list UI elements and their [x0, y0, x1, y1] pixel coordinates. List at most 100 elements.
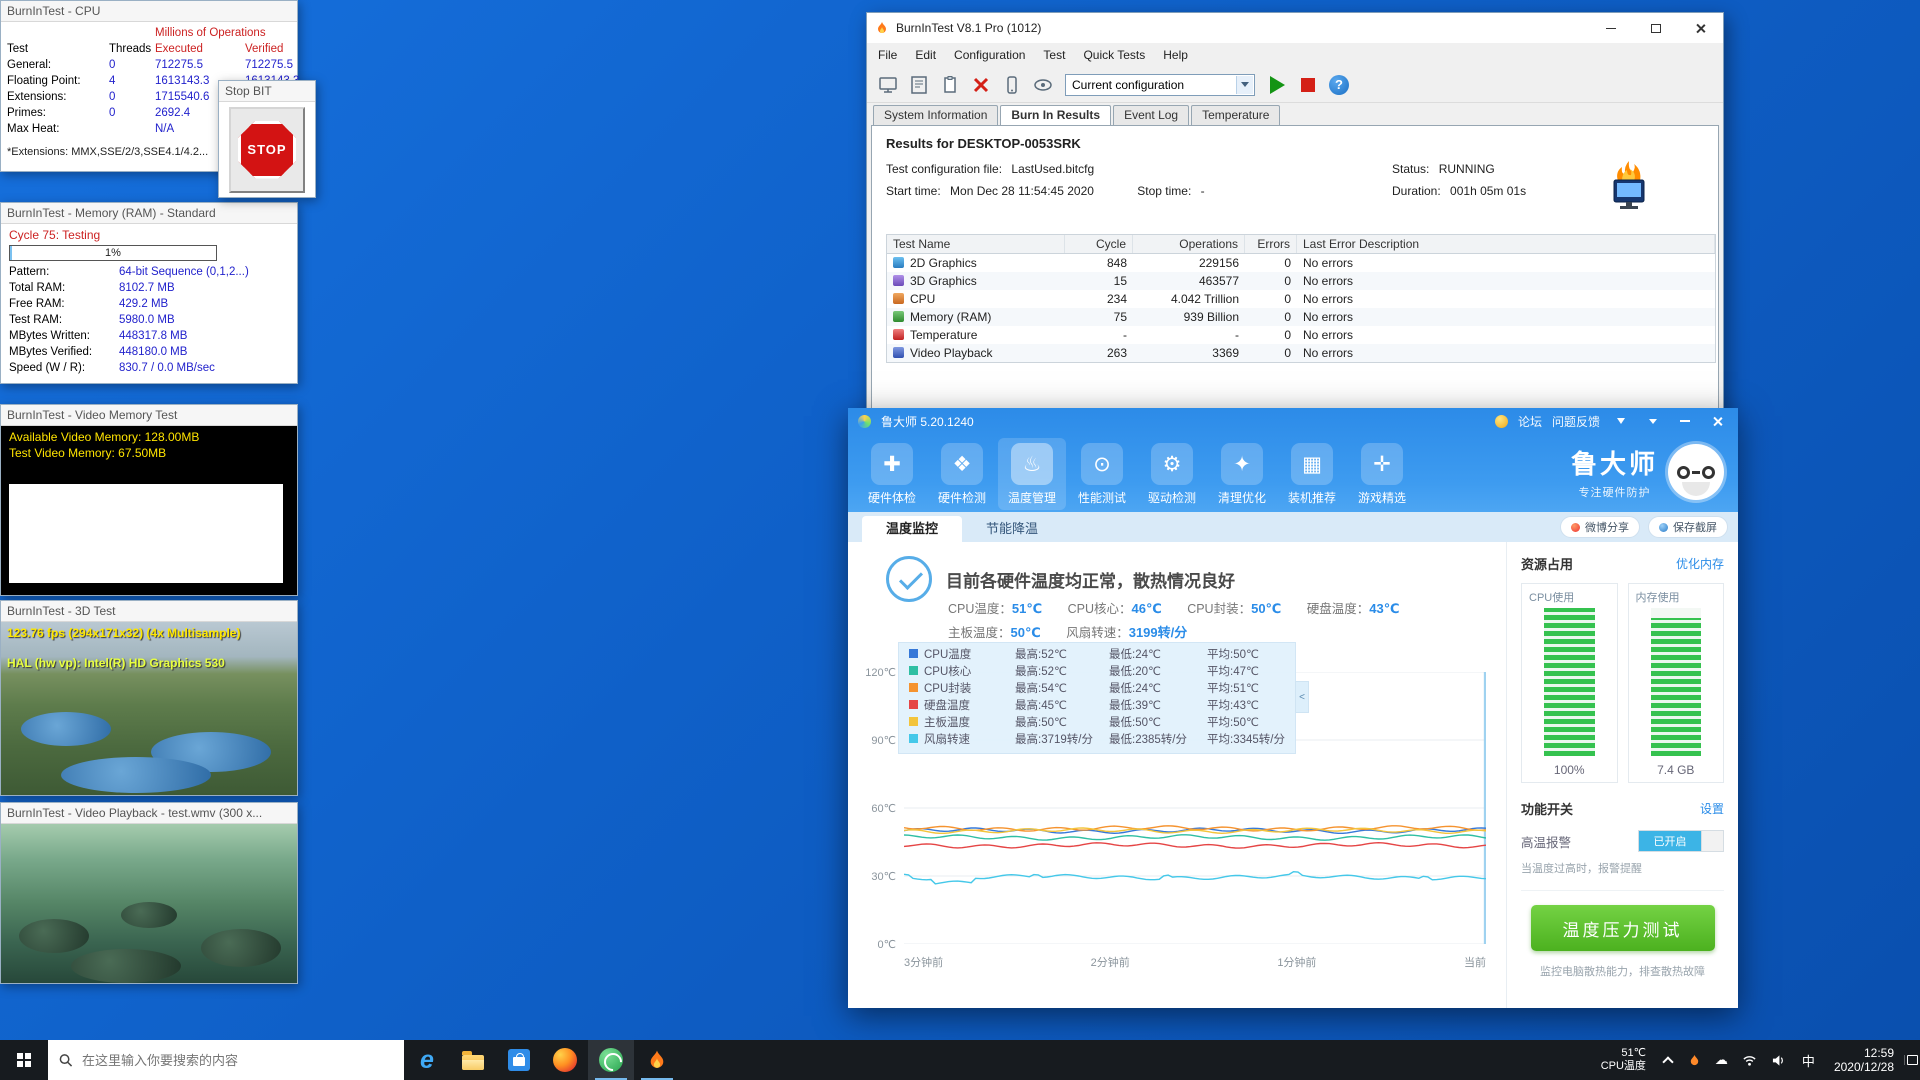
chevron-down-icon[interactable] — [1642, 412, 1664, 430]
maximize-button[interactable] — [1633, 13, 1678, 43]
taskbar-edge[interactable]: e — [404, 1040, 450, 1080]
delete-icon[interactable] — [968, 72, 994, 98]
videomem-window-title[interactable]: BurnInTest - Video Memory Test — [1, 405, 297, 426]
masterlu-title-bar[interactable]: 鲁大师 5.20.1240 论坛 问题反馈 — [848, 408, 1738, 434]
menu-test[interactable]: Test — [1034, 46, 1074, 64]
cloud-icon[interactable]: ☁ — [1708, 1052, 1735, 1068]
minimize-button[interactable] — [1588, 13, 1633, 43]
performance-icon: ⊙ — [1081, 443, 1123, 485]
3d-window-title[interactable]: BurnInTest - 3D Test — [1, 601, 297, 622]
tab-temperature[interactable]: Temperature — [1191, 105, 1281, 125]
cpu-row-label: Max Heat: — [7, 123, 60, 135]
tab-energy-saving[interactable]: 节能降温 — [962, 516, 1062, 542]
taskbar-firefox[interactable] — [542, 1040, 588, 1080]
volume-icon[interactable] — [1764, 1054, 1793, 1067]
minimize-button[interactable] — [1674, 412, 1696, 430]
forum-link[interactable]: 论坛 — [1518, 413, 1542, 430]
menu-quick-tests[interactable]: Quick Tests — [1074, 46, 1154, 64]
table-row[interactable]: Memory (RAM) 75 939 Billion 0 No errors — [887, 308, 1715, 326]
cleanup-icon: ✦ — [1221, 443, 1263, 485]
results-table: Test Name Cycle Operations Errors Last E… — [886, 234, 1716, 363]
nav-performance[interactable]: ⊙ 性能测试 — [1068, 438, 1136, 510]
3d-render-scene: 123.76 fps (294x171x32) (4x Multisample)… — [1, 622, 297, 795]
tab-temp-monitor[interactable]: 温度监控 — [862, 516, 963, 542]
nav-cleanup[interactable]: ✦ 清理优化 — [1208, 438, 1276, 510]
chevron-down-icon[interactable] — [1236, 75, 1253, 94]
start-tests-button[interactable] — [1264, 72, 1290, 98]
memory-icon — [893, 311, 904, 322]
table-row[interactable]: Temperature - - 0 No errors — [887, 326, 1715, 344]
table-row[interactable]: CPU 234 4.042 Trillion 0 No errors — [887, 290, 1715, 308]
network-icon[interactable] — [1735, 1054, 1764, 1067]
ime-indicator[interactable]: 中 — [1793, 1051, 1824, 1070]
nav-games[interactable]: ✛ 游戏精选 — [1348, 438, 1416, 510]
help-button[interactable]: ? — [1326, 72, 1352, 98]
taskbar-clock[interactable]: 12:59 2020/12/28 — [1824, 1046, 1904, 1074]
taskbar-store[interactable] — [496, 1040, 542, 1080]
nav-build-recommend[interactable]: ▦ 装机推荐 — [1278, 438, 1346, 510]
menu-configuration[interactable]: Configuration — [945, 46, 1034, 64]
start-time-label: Start time: — [886, 184, 941, 198]
mobile-device-icon[interactable] — [999, 72, 1025, 98]
feedback-link[interactable]: 问题反馈 — [1552, 413, 1600, 430]
taskbar-search[interactable] — [48, 1040, 404, 1080]
report-icon[interactable] — [875, 72, 901, 98]
vip-icon[interactable] — [1494, 414, 1508, 428]
copy-icon[interactable] — [937, 72, 963, 98]
download-icon[interactable] — [1610, 412, 1632, 430]
nav-driver[interactable]: ⚙ 驱动检测 — [1138, 438, 1206, 510]
close-button[interactable] — [1706, 412, 1728, 430]
cpu-icon — [893, 293, 904, 304]
menu-help[interactable]: Help — [1154, 46, 1197, 64]
tray-cpu-temp[interactable]: 51℃ CPU温度 — [1592, 1047, 1655, 1073]
table-row[interactable]: 3D Graphics 15 463577 0 No errors — [887, 272, 1715, 290]
memory-window-title[interactable]: BurnInTest - Memory (RAM) - Standard — [1, 203, 297, 224]
search-input[interactable] — [81, 1052, 393, 1068]
lake-shape — [61, 757, 211, 793]
settings-link[interactable]: 设置 — [1700, 800, 1724, 817]
taskbar-file-explorer[interactable] — [450, 1040, 496, 1080]
notification-icon — [1907, 1055, 1918, 1065]
optimize-memory-link[interactable]: 优化内存 — [1676, 555, 1724, 572]
memory-field-label: MBytes Verified: — [9, 346, 93, 358]
nav-hardware-detect[interactable]: ❖ 硬件检测 — [928, 438, 996, 510]
high-temp-alarm-toggle[interactable]: 已开启 — [1638, 830, 1724, 852]
configuration-select[interactable]: Current configuration — [1065, 73, 1255, 96]
cpu-col-test: Test — [7, 43, 29, 55]
table-row[interactable]: 2D Graphics 848 229156 0 No errors — [887, 254, 1715, 272]
taskbar-burnintest[interactable] — [634, 1040, 680, 1080]
save-screenshot-button[interactable]: 保存截屏 — [1648, 516, 1728, 538]
menu-file[interactable]: File — [869, 46, 906, 64]
tab-event-log[interactable]: Event Log — [1113, 105, 1190, 125]
tab-system-information[interactable]: System Information — [873, 105, 999, 125]
cpu-col-executed: Executed — [155, 43, 203, 55]
stop-bit-button[interactable]: STOP — [229, 106, 305, 193]
nav-temperature[interactable]: ♨ 温度管理 — [998, 438, 1066, 510]
tab-burn-in-results[interactable]: Burn In Results — [1000, 105, 1112, 125]
brand-name: 鲁大师 — [1570, 449, 1658, 479]
start-button[interactable] — [0, 1040, 48, 1080]
stop-bit-title[interactable]: Stop BIT — [219, 81, 315, 102]
menu-edit[interactable]: Edit — [906, 46, 945, 64]
weibo-share-button[interactable]: 微博分享 — [1560, 516, 1640, 538]
memory-progress-bar: 1% — [9, 245, 217, 261]
temperature-stress-test-button[interactable]: 温度压力测试 — [1530, 905, 1715, 951]
cpu-usage-fill — [1544, 608, 1595, 756]
playback-window-title[interactable]: BurnInTest - Video Playback - test.wmv (… — [1, 803, 297, 824]
stop-tests-button[interactable] — [1295, 72, 1321, 98]
duration-value: 001h 05m 01s — [1450, 184, 1527, 198]
close-button[interactable] — [1678, 13, 1723, 43]
cpu-row-label: Primes: — [7, 107, 46, 119]
2d-graphics-icon — [893, 257, 904, 268]
certificate-icon[interactable] — [906, 72, 932, 98]
nav-hardware-checkup[interactable]: ✚ 硬件体检 — [858, 438, 926, 510]
main-title-bar[interactable]: BurnInTest V8.1 Pro (1012) — [867, 13, 1723, 43]
action-center-button[interactable] — [1904, 1055, 1920, 1065]
taskbar-masterlu[interactable] — [588, 1040, 634, 1080]
tray-flame-icon[interactable] — [1681, 1054, 1708, 1067]
legend-collapse-button[interactable]: < — [1295, 681, 1309, 713]
scan-icon[interactable] — [1030, 72, 1056, 98]
cpu-window-title[interactable]: BurnInTest - CPU — [1, 1, 297, 22]
chevron-up-icon[interactable] — [1662, 1055, 1674, 1068]
table-row[interactable]: Video Playback 263 3369 0 No errors — [887, 344, 1715, 362]
